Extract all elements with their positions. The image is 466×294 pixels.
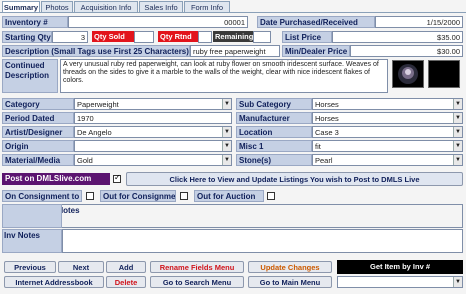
category-dropdown[interactable]: Paperweight ▼ (74, 98, 232, 110)
item-photo-thumbnail-2[interactable] (428, 60, 460, 88)
manufacturer-label: Manufacturer (236, 112, 312, 124)
add-button[interactable]: Add (106, 261, 146, 273)
location-dropdown[interactable]: Case 3 ▼ (312, 126, 463, 138)
qty-sold-label: Qty Sold (92, 31, 134, 42)
get-item-by-inv-label: Get Item by Inv # (337, 260, 463, 274)
material-media-dropdown[interactable]: Gold ▼ (74, 154, 232, 166)
date-purchased-label: Date Purchased/Received (257, 16, 375, 28)
inventory-label: Inventory # (2, 16, 68, 28)
misc-1-label: Misc 1 (236, 140, 312, 152)
out-for-auction-checkbox[interactable] (267, 192, 275, 200)
go-to-search-menu-button[interactable]: Go to Search Menu (150, 276, 244, 288)
chevron-down-icon[interactable]: ▼ (453, 127, 462, 137)
on-consignment-checkbox[interactable] (86, 192, 94, 200)
continued-description-field[interactable]: A very unusual ruby red paperweight, can… (60, 59, 388, 93)
continued-description-label: Continued Description (2, 59, 58, 93)
inventory-form-window: Summary Photos Acquisition Info Sales In… (0, 0, 466, 294)
qty-sold-field[interactable] (134, 31, 154, 43)
tab-divider (0, 12, 466, 13)
artist-designer-label: Artist/Designer (2, 126, 74, 138)
consignment-notes-label-bg (2, 204, 62, 228)
internet-addressbook-button[interactable]: Internet Addressbook (4, 276, 104, 288)
chevron-down-icon[interactable]: ▼ (453, 141, 462, 151)
update-changes-button[interactable]: Update Changes (248, 261, 332, 273)
chevron-down-icon[interactable]: ▼ (222, 99, 231, 109)
chevron-down-icon[interactable]: ▼ (453, 277, 462, 287)
out-for-consignment-checkbox[interactable] (180, 192, 188, 200)
post-dmls-checkbox[interactable] (113, 173, 121, 183)
min-dealer-price-field[interactable]: $30.00 (350, 45, 463, 57)
chevron-down-icon[interactable]: ▼ (453, 155, 462, 165)
origin-label: Origin (2, 140, 74, 152)
chevron-down-icon[interactable]: ▼ (453, 99, 462, 109)
go-to-main-menu-button[interactable]: Go to Main Menu (248, 276, 332, 288)
inv-notes-field[interactable] (62, 229, 463, 253)
chevron-down-icon[interactable]: ▼ (453, 113, 462, 123)
stones-label: Stone(s) (236, 154, 312, 166)
misc-1-dropdown[interactable]: fit ▼ (312, 140, 463, 152)
origin-dropdown[interactable]: ▼ (74, 140, 232, 152)
remaining-label: Remaining (213, 31, 254, 42)
date-purchased-field[interactable]: 1/15/2000 (375, 16, 463, 28)
chevron-down-icon[interactable]: ▼ (222, 155, 231, 165)
category-label: Category (2, 98, 74, 110)
rename-fields-menu-button[interactable]: Rename Fields Menu (150, 261, 244, 273)
paperweight-image (398, 64, 418, 84)
min-dealer-price-label: Min/Dealer Price (282, 45, 350, 57)
period-dated-field[interactable]: 1970 (74, 112, 232, 124)
item-photo-thumbnail[interactable] (392, 60, 424, 88)
inv-notes-label: Inv Notes (4, 231, 41, 240)
remaining-field[interactable] (253, 31, 271, 43)
material-media-label: Material/Media (2, 154, 74, 166)
on-consignment-to-us-label: On Consignment to Us (2, 190, 82, 202)
stones-dropdown[interactable]: Pearl ▼ (312, 154, 463, 166)
chevron-down-icon[interactable]: ▼ (222, 141, 231, 151)
sub-category-label: Sub Category (236, 98, 312, 110)
next-button[interactable]: Next (58, 261, 104, 273)
sub-category-dropdown[interactable]: Horses ▼ (312, 98, 463, 110)
list-price-label: List Price (282, 31, 332, 43)
qty-rtnd-label: Qty Rtnd (158, 31, 198, 42)
manufacturer-dropdown[interactable]: Horses ▼ (312, 112, 463, 124)
get-item-by-inv-dropdown[interactable]: ▼ (337, 276, 463, 288)
qty-rtnd-field[interactable] (198, 31, 212, 43)
list-price-field[interactable]: $35.00 (332, 31, 463, 43)
starting-qty-field[interactable]: 3 (52, 31, 88, 43)
description-label: Description (Small Tags use First 25 Cha… (2, 45, 190, 57)
starting-qty-label: Starting Qty (2, 31, 52, 43)
consignment-notes-field[interactable] (2, 204, 463, 228)
location-label: Location (236, 126, 312, 138)
artist-designer-dropdown[interactable]: De Angelo ▼ (74, 126, 232, 138)
post-dmls-label: Post on DMLSlive.com (2, 173, 110, 185)
out-for-auction-label: Out for Auction (194, 190, 264, 202)
previous-button[interactable]: Previous (4, 261, 56, 273)
delete-button[interactable]: Delete (106, 276, 146, 288)
inventory-number-field[interactable]: 00001 (68, 16, 248, 28)
description-field[interactable]: ruby free paperweight (190, 45, 280, 57)
dmls-update-listings-button[interactable]: Click Here to View and Update Listings Y… (126, 172, 463, 186)
period-dated-label: Period Dated (2, 112, 74, 124)
out-for-consignment-label: Out for Consignment (100, 190, 176, 202)
chevron-down-icon[interactable]: ▼ (222, 127, 231, 137)
